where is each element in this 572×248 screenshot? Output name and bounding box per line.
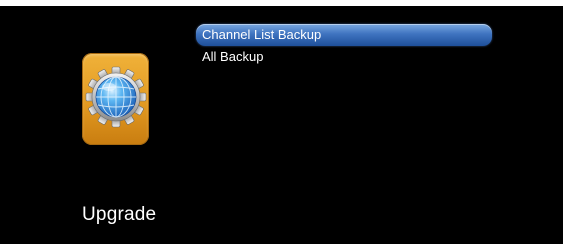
menu-item-label: Channel List Backup: [202, 27, 322, 42]
menu-item-all-backup[interactable]: All Backup: [196, 46, 492, 68]
menu-item-label: All Backup: [202, 49, 264, 64]
upgrade-globe-gear-icon: [82, 53, 149, 145]
tv-menu-screen: Upgrade Channel List Backup All Backup: [0, 6, 563, 244]
section-title: Upgrade: [82, 204, 157, 225]
menu-item-channel-list-backup[interactable]: Channel List Backup: [196, 24, 492, 46]
backup-menu: Channel List Backup All Backup: [196, 24, 492, 68]
